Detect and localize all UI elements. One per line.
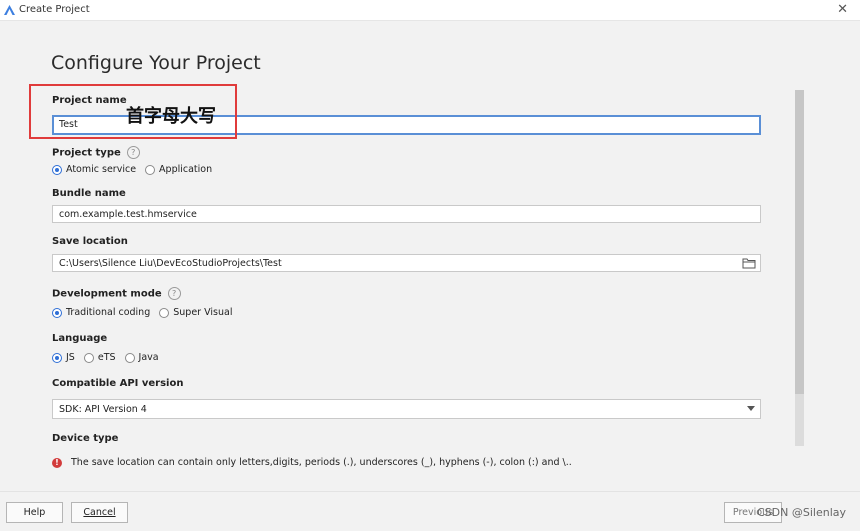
radio-java[interactable]: Java [124, 352, 159, 363]
development-mode-label: Development mode [52, 288, 162, 300]
bundle-name-label: Bundle name [52, 188, 126, 199]
dialog-footer: Help Cancel Previous CSDN @Silenlay [0, 491, 860, 531]
device-type-label: Device type [52, 433, 119, 444]
annotation-text: 首字母大写 [126, 106, 216, 127]
scrollbar[interactable] [795, 90, 804, 446]
development-mode-label-row: Development mode? [52, 287, 181, 300]
help-button[interactable]: Help [6, 502, 63, 523]
radio-label: Application [159, 164, 213, 175]
close-icon[interactable]: ✕ [837, 2, 848, 17]
radio-label: eTS [97, 352, 116, 363]
window-title: Create Project [19, 4, 90, 15]
radio-label: Atomic service [66, 164, 137, 175]
project-type-radio-group: Atomic service Application [52, 164, 221, 175]
compatible-api-value: SDK: API Version 4 [59, 404, 147, 415]
radio-selected-icon [52, 307, 62, 318]
save-location-input[interactable]: C:\Users\Silence Liu\DevEcoStudioProject… [59, 258, 282, 269]
language-label: Language [52, 333, 108, 344]
development-mode-radio-group: Traditional coding Super Visual [52, 307, 241, 318]
radio-label: JS [66, 352, 75, 363]
page-title: Configure Your Project [51, 52, 261, 74]
radio-ets[interactable]: eTS [83, 352, 116, 363]
radio-unselected-icon [83, 352, 94, 363]
chevron-down-icon [747, 406, 755, 411]
project-type-label-row: Project type? [52, 146, 140, 159]
watermark: CSDN @Silenlay [757, 506, 846, 519]
language-radio-group: JS eTS Java [52, 352, 168, 363]
error-icon: ! [52, 457, 62, 468]
scrollbar-thumb[interactable] [795, 90, 804, 394]
radio-application[interactable]: Application [145, 164, 212, 175]
radio-label: Traditional coding [66, 307, 151, 318]
radio-unselected-icon [124, 352, 135, 363]
folder-browse-icon[interactable] [742, 257, 756, 269]
radio-label: Java [138, 352, 159, 363]
radio-selected-icon [52, 352, 62, 363]
save-location-field: C:\Users\Silence Liu\DevEcoStudioProject… [52, 254, 761, 272]
project-type-label: Project type [52, 147, 121, 159]
validation-error: ! The save location can contain only let… [52, 457, 572, 468]
help-icon[interactable]: ? [167, 287, 181, 300]
radio-js[interactable]: JS [52, 352, 75, 363]
radio-atomic-service[interactable]: Atomic service [52, 164, 136, 175]
configure-project-panel: Configure Your Project Project name Test… [0, 21, 860, 491]
cancel-button[interactable]: Cancel [71, 502, 128, 523]
radio-selected-icon [52, 164, 62, 175]
radio-traditional-coding[interactable]: Traditional coding [52, 307, 150, 318]
radio-super-visual[interactable]: Super Visual [159, 307, 232, 318]
title-bar: Create Project ✕ [0, 0, 860, 21]
radio-unselected-icon [159, 307, 170, 318]
compatible-api-select[interactable]: SDK: API Version 4 [52, 399, 761, 419]
help-icon[interactable]: ? [126, 146, 140, 159]
compatible-api-label: Compatible API version [52, 378, 184, 389]
radio-unselected-icon [145, 164, 156, 175]
bundle-name-input[interactable]: com.example.test.hmservice [52, 205, 761, 223]
error-message: The save location can contain only lette… [71, 457, 572, 468]
radio-label: Super Visual [173, 307, 233, 318]
save-location-label: Save location [52, 236, 128, 247]
deveco-logo-icon [4, 5, 15, 15]
